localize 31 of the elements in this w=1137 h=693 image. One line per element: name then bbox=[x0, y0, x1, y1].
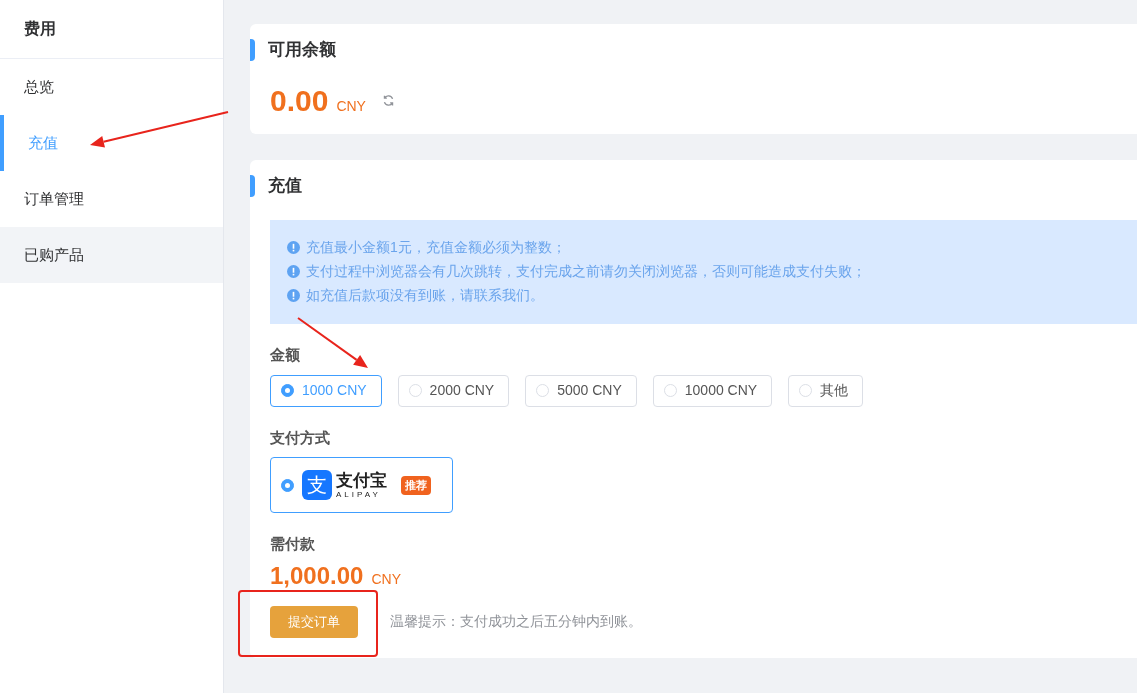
radio-button[interactable] bbox=[281, 384, 294, 397]
payment-subtitle: ALIPAY bbox=[336, 490, 382, 499]
recommend-badge: 推荐 bbox=[401, 475, 431, 495]
info-icon bbox=[287, 240, 300, 254]
currency-label: CNY bbox=[336, 97, 366, 116]
field-label: 支付方式 bbox=[270, 427, 331, 448]
refresh-icon[interactable] bbox=[381, 94, 395, 107]
accent-bar bbox=[250, 39, 255, 61]
radio-button[interactable] bbox=[281, 478, 294, 492]
amount-option[interactable]: 10000 CNY bbox=[652, 374, 773, 407]
balance-amount: 0.00 bbox=[270, 83, 329, 119]
card-title: 充值 bbox=[268, 175, 302, 198]
info-icon bbox=[287, 288, 300, 302]
currency-label: CNY bbox=[371, 569, 401, 589]
info-icon bbox=[287, 264, 300, 278]
due-amount: 1,000.00 bbox=[270, 560, 364, 591]
notice-text: 如充值后款项没有到账，请联系我们。 bbox=[306, 286, 544, 305]
sidebar-title: 费用 bbox=[24, 19, 56, 39]
field-label: 金额 bbox=[270, 345, 301, 365]
sidebar-item[interactable]: 已购产品 bbox=[0, 227, 223, 283]
amount-option[interactable]: 其他 bbox=[788, 374, 864, 407]
amount-option[interactable]: 2000 CNY bbox=[397, 374, 510, 407]
tip-text: 温馨提示：支付成功之后五分钟内到账。 bbox=[390, 612, 642, 631]
accent-bar bbox=[250, 175, 255, 197]
notice-text: 支付过程中浏览器会有几次跳转，支付完成之前请勿关闭浏览器，否则可能造成支付失败； bbox=[306, 262, 866, 281]
card-title: 可用余额 bbox=[268, 39, 336, 62]
alipay-logo-mark: 支 bbox=[302, 470, 332, 500]
field-label: 需付款 bbox=[270, 534, 316, 554]
notice-text: 充值最小金额1元，充值金额必须为整数； bbox=[306, 238, 566, 257]
amount-option[interactable]: 5000 CNY bbox=[525, 374, 637, 407]
payment-name: 支付宝 bbox=[336, 471, 387, 489]
